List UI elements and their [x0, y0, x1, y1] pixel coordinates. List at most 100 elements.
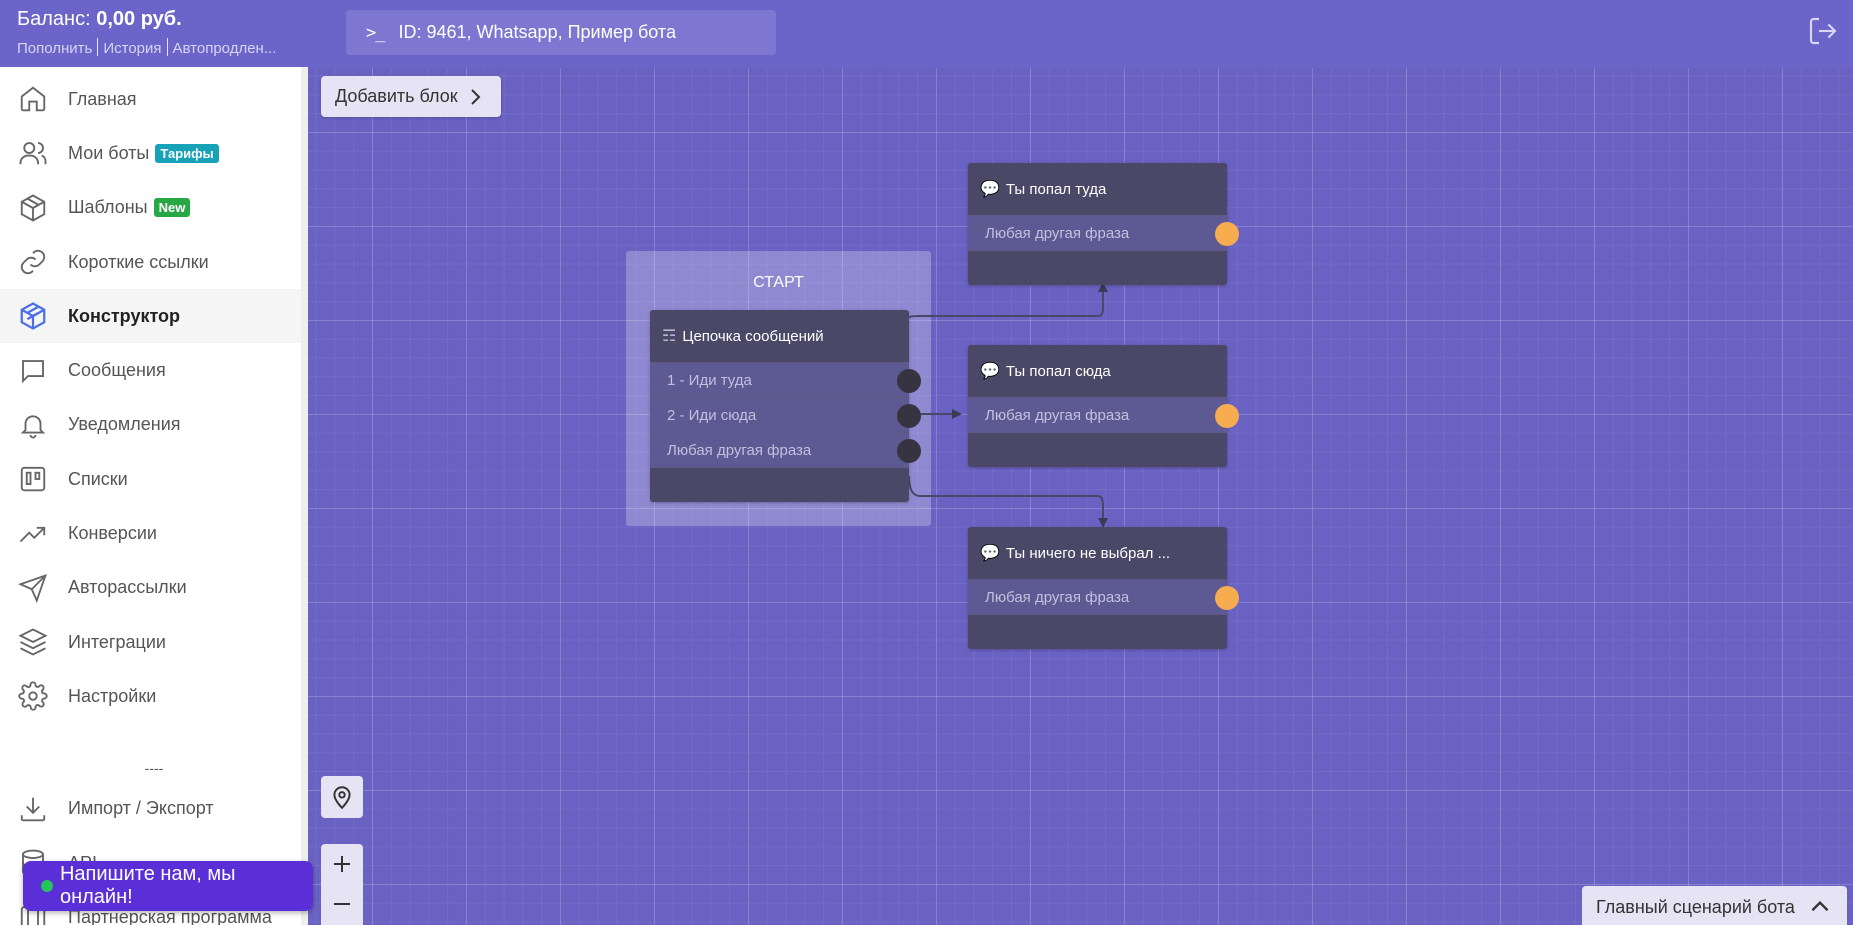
- menu-item-integrations[interactable]: Интеграции: [0, 615, 308, 669]
- top-bar: >_ ID: 9461, Whatsapp, Пример бота: [308, 0, 1853, 68]
- output-port[interactable]: [897, 369, 921, 393]
- balance-label: Баланс:: [17, 8, 91, 30]
- output-port[interactable]: [1215, 586, 1239, 610]
- node-footer: [968, 614, 1227, 649]
- constructor-canvas[interactable]: Добавить блок СТАРТ ☶ Цепочка сообщений …: [308, 68, 1853, 925]
- node-footer: [650, 467, 909, 502]
- menu-label: Главная: [68, 88, 137, 109]
- map-pin-icon: [333, 786, 351, 810]
- node-title: Ты попал туда: [1005, 180, 1107, 198]
- menu-item-mailings[interactable]: Авторассылки: [0, 561, 308, 615]
- zoom-out-button[interactable]: [321, 884, 363, 924]
- node-nothing-selected[interactable]: 💬 Ты ничего не выбрал ... Любая другая ф…: [968, 527, 1239, 649]
- gear-icon: [18, 681, 48, 712]
- logout-icon[interactable]: [1807, 15, 1839, 47]
- option-label: Любая другая фраза: [985, 224, 1130, 242]
- menu-item-messages[interactable]: Сообщения: [0, 343, 308, 397]
- node-option[interactable]: Любая другая фраза: [968, 397, 1239, 432]
- menu-item-short-links[interactable]: Короткие ссылки: [0, 235, 308, 289]
- menu-label: Списки: [68, 468, 128, 489]
- minus-icon: [334, 903, 350, 905]
- bell-icon: [20, 415, 46, 439]
- menu-item-templates[interactable]: Шаблоны New: [0, 181, 308, 235]
- start-label: СТАРТ: [753, 274, 804, 291]
- option-label: 1 - Иди туда: [667, 371, 752, 389]
- menu-item-conversions[interactable]: Конверсии: [0, 506, 308, 560]
- online-chat-button[interactable]: Напишите нам, мы онлайн!: [23, 861, 313, 911]
- history-link[interactable]: История: [103, 40, 161, 57]
- node-option[interactable]: Любая другая фраза: [968, 579, 1239, 614]
- speech-bubble-icon: 💬: [980, 545, 1000, 562]
- output-port[interactable]: [1215, 222, 1239, 246]
- menu-item-constructor[interactable]: Конструктор: [0, 289, 308, 344]
- menu-label: Мои боты: [68, 142, 150, 163]
- node-header[interactable]: 💬 Ты ничего не выбрал ...: [968, 527, 1227, 579]
- node-header[interactable]: 💬 Ты попал туда: [968, 163, 1227, 215]
- menu-label: Сообщения: [68, 360, 166, 381]
- node-header[interactable]: ☶ Цепочка сообщений: [650, 310, 909, 362]
- terminal-icon: >_: [366, 22, 386, 43]
- chat-label: Напишите нам, мы онлайн!: [59, 863, 236, 908]
- scenario-selector[interactable]: Главный сценарий бота: [1582, 886, 1847, 925]
- menu-label: Короткие ссылки: [68, 251, 209, 272]
- link-chain-to-there: [908, 282, 1108, 319]
- menu-label: Конструктор: [68, 305, 181, 326]
- node-title: Ты ничего не выбрал ...: [1005, 544, 1171, 562]
- sidebar-scrollbar[interactable]: [301, 67, 308, 925]
- output-port[interactable]: [897, 439, 921, 463]
- trend-icon: [19, 526, 46, 542]
- node-option[interactable]: 2 - Иди сюда: [650, 397, 921, 432]
- menu-item-notifications[interactable]: Уведомления: [0, 398, 308, 452]
- output-port[interactable]: [897, 404, 921, 428]
- node-header[interactable]: 💬 Ты попал сюда: [968, 345, 1227, 397]
- topup-link[interactable]: Пополнить: [17, 40, 92, 57]
- main-menu: Главная Мои боты Тарифы Шаблоны New Коро…: [0, 67, 308, 724]
- menu-item-my-bots[interactable]: Мои боты Тарифы: [0, 126, 308, 180]
- tariffs-badge[interactable]: Тарифы: [155, 143, 219, 163]
- menu-label: Настройки: [68, 685, 157, 706]
- online-status-icon: [41, 880, 53, 892]
- menu-label: Конверсии: [68, 523, 157, 544]
- menu-item-home[interactable]: Главная: [0, 72, 308, 126]
- layers-icon: [18, 628, 48, 656]
- scenario-label: Главный сценарий бота: [1596, 896, 1795, 917]
- balance-title: Баланс: 0,00 руб.: [17, 8, 291, 31]
- plus-icon: [334, 856, 350, 872]
- node-option[interactable]: Любая другая фраза: [968, 215, 1239, 250]
- menu-label: Авторассылки: [68, 577, 187, 598]
- balance-panel: Баланс: 0,00 руб. Пополнить История Автопр…: [0, 0, 308, 67]
- balance-amount: 0,00 руб.: [96, 8, 182, 30]
- menu-label: Шаблоны: [68, 197, 148, 218]
- zoom-in-button[interactable]: [321, 844, 363, 884]
- menu-item-lists[interactable]: Списки: [0, 452, 308, 506]
- link-separator: [166, 38, 168, 56]
- board-icon: [20, 467, 46, 492]
- speech-bubble-icon: 💬: [980, 181, 1000, 198]
- menu-label: Интеграции: [68, 631, 166, 652]
- menu-item-import-export[interactable]: Импорт / Экспорт: [0, 782, 308, 836]
- menu-label: Импорт / Экспорт: [68, 798, 214, 819]
- download-icon: [20, 797, 46, 821]
- node-option[interactable]: 1 - Иди туда: [650, 362, 921, 397]
- package-icon: [20, 194, 46, 222]
- menu-item-settings[interactable]: Настройки: [0, 669, 308, 723]
- center-view-button[interactable]: [321, 776, 363, 818]
- node-title: Ты попал сюда: [1005, 362, 1111, 380]
- menu-label: Уведомления: [68, 414, 181, 435]
- add-block-button[interactable]: Добавить блок: [321, 76, 501, 117]
- link-icon: [20, 249, 46, 275]
- option-label: 2 - Иди сюда: [667, 406, 757, 424]
- node-here[interactable]: 💬 Ты попал сюда Любая другая фраза: [968, 345, 1239, 467]
- node-message-chain[interactable]: ☶ Цепочка сообщений 1 - Иди туда 2 - Иди…: [650, 310, 921, 502]
- node-there[interactable]: 💬 Ты попал туда Любая другая фраза: [968, 163, 1239, 285]
- cube-icon: [20, 302, 46, 331]
- node-option[interactable]: Любая другая фраза: [650, 432, 921, 467]
- option-label: Любая другая фраза: [985, 588, 1130, 606]
- bot-selector[interactable]: >_ ID: 9461, Whatsapp, Пример бота: [346, 10, 776, 55]
- new-badge: New: [153, 198, 191, 218]
- autorenew-link[interactable]: Автопродлен...: [173, 40, 277, 57]
- option-label: Любая другая фраза: [985, 406, 1130, 424]
- node-title: Цепочка сообщений: [682, 327, 824, 345]
- stack-icon: ☶: [662, 328, 677, 345]
- output-port[interactable]: [1215, 404, 1239, 428]
